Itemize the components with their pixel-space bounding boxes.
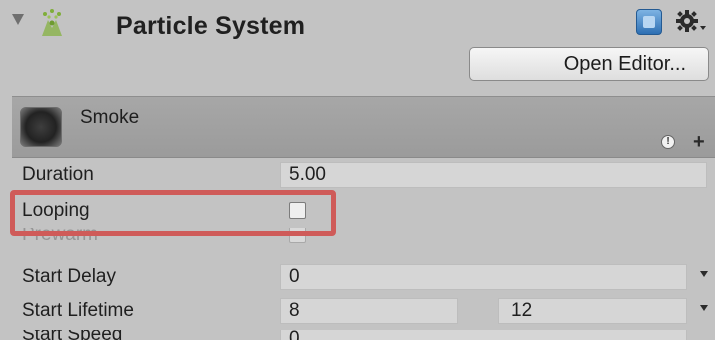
looping-highlight-box	[10, 190, 336, 236]
property-row-start-delay: Start Delay 0	[12, 262, 715, 292]
help-book-icon[interactable]	[636, 9, 662, 35]
property-row-start-speed: Start Speed 0	[12, 330, 715, 340]
component-title: Particle System	[116, 12, 306, 40]
start-lifetime-max-field[interactable]: 12	[498, 298, 687, 324]
particle-system-icon	[42, 9, 62, 36]
component-header: Particle System	[0, 0, 715, 48]
exclamation-icon[interactable]: !	[661, 135, 675, 149]
dropdown-arrow-icon[interactable]	[700, 271, 708, 277]
fold-arrow-icon[interactable]	[12, 14, 24, 25]
duration-field[interactable]: 5.00	[280, 162, 707, 188]
open-editor-button[interactable]: Open Editor...	[469, 47, 709, 81]
property-row-start-lifetime: Start Lifetime 8 12	[12, 296, 715, 326]
property-row-duration: Duration 5.00	[12, 160, 715, 190]
start-lifetime-label: Start Lifetime	[22, 300, 134, 321]
material-thumbnail	[20, 107, 62, 147]
start-delay-label: Start Delay	[22, 266, 116, 287]
start-delay-field[interactable]: 0	[280, 264, 687, 290]
dropdown-arrow-icon[interactable]	[700, 305, 708, 311]
particle-system-inspector: Particle System Open Editor... Smoke ! +…	[0, 0, 715, 340]
start-speed-field[interactable]: 0	[280, 330, 687, 340]
module-header[interactable]: Smoke ! +	[12, 96, 715, 158]
open-editor-label: Open Editor...	[563, 53, 686, 75]
plus-icon[interactable]: +	[693, 131, 705, 154]
gear-icon[interactable]	[674, 8, 706, 38]
module-name: Smoke	[80, 107, 140, 128]
start-lifetime-min-field[interactable]: 8	[280, 298, 458, 324]
start-speed-label: Start Speed	[22, 330, 122, 340]
duration-label: Duration	[22, 164, 94, 185]
